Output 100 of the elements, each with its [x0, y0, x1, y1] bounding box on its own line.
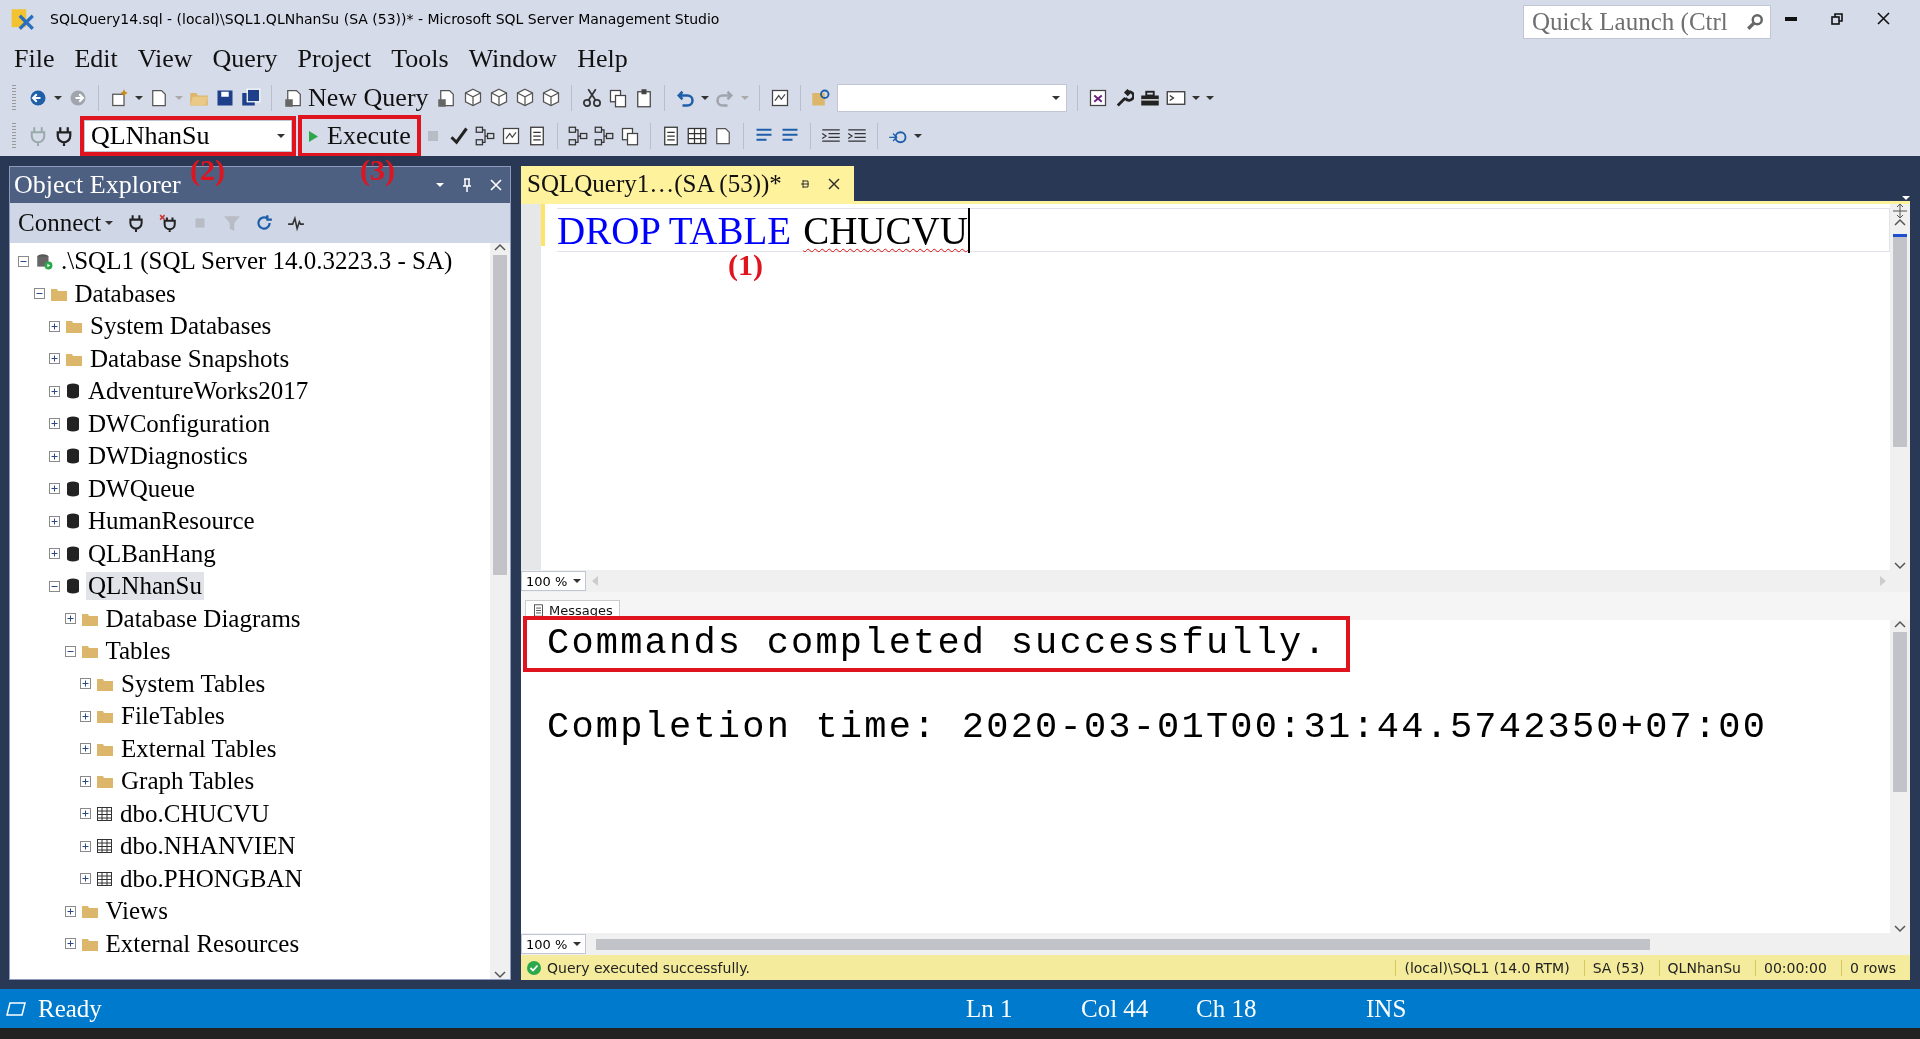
tree-item[interactable]: System Tables [119, 669, 268, 698]
terminal-icon[interactable] [1165, 88, 1186, 108]
tree-item[interactable]: Databases [72, 279, 178, 308]
close-icon[interactable] [1877, 12, 1890, 25]
split-icon[interactable] [1893, 204, 1907, 218]
execute-button[interactable]: Execute [302, 119, 417, 153]
tree-item[interactable]: FileTables [119, 702, 227, 731]
cube-icon[interactable] [514, 88, 535, 108]
expand-icon[interactable] [80, 840, 91, 852]
scrollbar[interactable] [1890, 620, 1910, 933]
quick-launch-field[interactable]: Quick Launch (Ctrl [1523, 4, 1771, 39]
new-query-button[interactable]: New Query [282, 83, 431, 113]
tree-item[interactable]: .\SQL1 (SQL Server 14.0.3223.3 - SA) [59, 247, 455, 276]
tree-item[interactable]: Database Snapshots [88, 344, 292, 373]
tree-item[interactable]: DWQueue [86, 474, 197, 503]
tree-item[interactable]: Database Diagrams [103, 604, 303, 633]
copy-icon[interactable] [607, 88, 628, 108]
caret-icon[interactable] [105, 220, 114, 226]
disconnect-icon[interactable] [159, 214, 178, 232]
tree-item[interactable]: dbo.PHONGBAN [118, 864, 305, 893]
save-all-icon[interactable] [241, 88, 261, 108]
tree-item[interactable]: QLNhanSu [86, 572, 204, 601]
caret-icon[interactable] [277, 133, 285, 139]
caret-icon[interactable] [1902, 195, 1910, 201]
add-item-icon[interactable] [149, 88, 169, 108]
window-icon[interactable] [500, 126, 521, 146]
zoom-dropdown[interactable]: 100 % [521, 934, 587, 954]
expand-icon[interactable] [64, 905, 76, 917]
copy-icon[interactable] [619, 126, 640, 146]
tree-item[interactable]: DWDiagnostics [86, 442, 250, 471]
tree-item[interactable]: System Databases [88, 312, 274, 341]
collapse-icon[interactable] [33, 288, 45, 300]
expand-icon[interactable] [49, 450, 60, 462]
activity-icon[interactable] [287, 214, 306, 232]
tree-item[interactable]: Tables [103, 637, 173, 666]
vs-icon[interactable] [1087, 88, 1108, 108]
caret-icon[interactable] [700, 95, 709, 101]
expand-icon[interactable] [49, 515, 60, 527]
menu-item[interactable]: Help [567, 43, 638, 74]
menu-item[interactable]: View [127, 43, 203, 74]
cut-icon[interactable] [581, 88, 602, 108]
expand-icon[interactable] [80, 873, 91, 885]
scroll-down-icon[interactable] [1894, 562, 1906, 570]
save-icon[interactable] [215, 88, 235, 108]
plan-icon[interactable] [593, 126, 614, 146]
close-icon[interactable] [827, 177, 840, 190]
expand-icon[interactable] [49, 353, 60, 365]
zoom-dropdown[interactable]: 100 % [521, 571, 587, 591]
tree-item[interactable]: Graph Tables [119, 767, 257, 796]
expand-icon[interactable] [80, 678, 91, 690]
editor-tab[interactable]: SQLQuery1…(SA (53))* [521, 166, 854, 201]
cube-icon[interactable] [462, 88, 483, 108]
new-project-icon[interactable] [109, 88, 129, 108]
picture-icon[interactable] [769, 88, 790, 108]
expand-icon[interactable] [49, 548, 60, 560]
menu-item[interactable]: Project [287, 43, 382, 74]
menu-item[interactable]: Tools [381, 43, 459, 74]
undo-icon[interactable] [674, 88, 695, 108]
tree-item[interactable]: HumanResource [86, 507, 257, 536]
caret-icon[interactable] [913, 133, 922, 139]
expand-icon[interactable] [49, 418, 60, 430]
tree-item[interactable]: External Resources [103, 929, 302, 958]
collapse-icon[interactable] [18, 255, 29, 267]
tree-item[interactable]: AdventureWorks2017 [86, 377, 311, 406]
scrollbar[interactable] [1890, 204, 1910, 570]
caret-icon[interactable] [1051, 95, 1060, 101]
caret-icon[interactable] [573, 578, 582, 584]
cube-icon[interactable] [540, 88, 561, 108]
expand-icon[interactable] [49, 385, 60, 397]
caret-icon[interactable] [436, 182, 444, 188]
caret-icon[interactable] [135, 95, 143, 101]
connect-button[interactable]: Connect [18, 209, 114, 237]
expand-icon[interactable] [80, 710, 91, 722]
cube-icon[interactable] [488, 88, 509, 108]
scroll-up-icon[interactable] [1894, 620, 1906, 628]
expand-icon[interactable] [49, 320, 60, 332]
expand-icon[interactable] [80, 808, 91, 820]
plan-icon[interactable] [474, 126, 495, 146]
scroll-up-icon[interactable] [1894, 218, 1906, 226]
collapse-icon[interactable] [64, 645, 76, 657]
toolbox-icon[interactable] [1139, 88, 1160, 108]
scroll-up-icon[interactable] [494, 243, 506, 251]
collapse-icon[interactable] [49, 580, 60, 592]
scroll-down-icon[interactable] [494, 971, 506, 979]
back-icon[interactable] [28, 88, 48, 108]
minimize-icon[interactable] [1785, 16, 1797, 21]
tree-item[interactable]: dbo.CHUCVU [118, 799, 272, 828]
expand-icon[interactable] [80, 743, 91, 755]
pin-icon[interactable] [799, 177, 810, 190]
expand-icon[interactable] [64, 938, 76, 950]
menu-item[interactable]: Edit [64, 43, 128, 74]
tree-item[interactable]: Views [103, 897, 170, 926]
search-icon[interactable] [1746, 12, 1764, 31]
menu-item[interactable]: File [4, 43, 65, 74]
tree-item[interactable]: QLBanHang [86, 539, 218, 568]
menu-item[interactable]: Window [458, 43, 568, 74]
query-icon[interactable] [436, 88, 457, 108]
scroll-down-icon[interactable] [1894, 925, 1906, 933]
refresh-icon[interactable] [255, 214, 274, 232]
plan-icon[interactable] [567, 126, 588, 146]
